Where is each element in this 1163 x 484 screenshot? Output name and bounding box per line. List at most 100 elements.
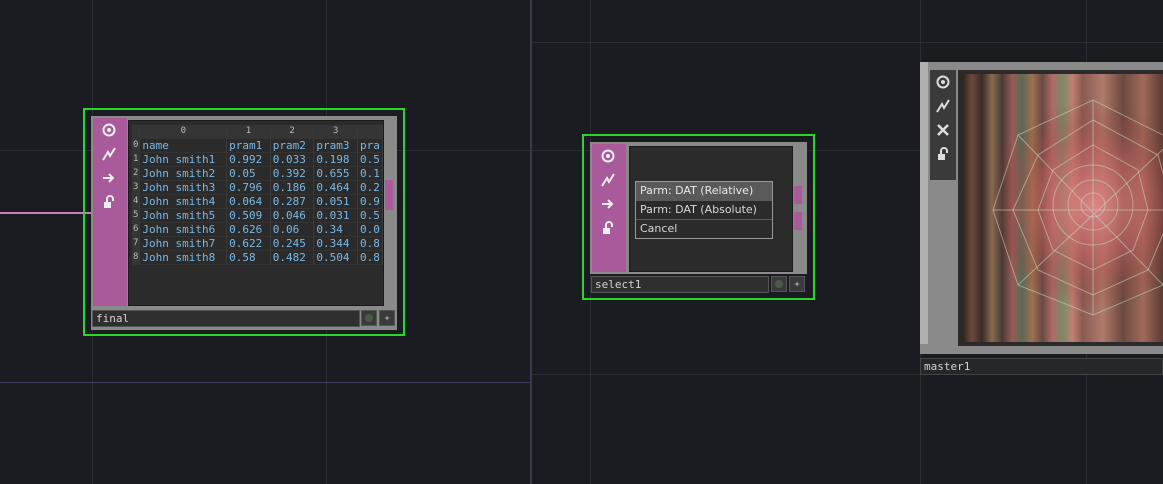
table-row: 0 name pram1 pram2 pram3 pra: [132, 138, 383, 153]
pane-divider[interactable]: [530, 0, 532, 484]
table-cell[interactable]: name: [139, 138, 228, 153]
column-index: 3: [313, 125, 358, 139]
table-cell[interactable]: John smith6: [139, 222, 228, 237]
column-index-row: 0 1 2 3: [132, 125, 383, 139]
table-cell[interactable]: pram1: [226, 138, 271, 153]
render-preview[interactable]: [958, 70, 1163, 346]
row-index: 8: [132, 250, 141, 265]
lock-icon[interactable]: [597, 218, 619, 240]
menu-item-dat-relative[interactable]: Parm: DAT (Relative): [636, 182, 772, 201]
table-cell[interactable]: 0.05: [226, 166, 271, 181]
table-cell[interactable]: pram3: [313, 138, 358, 153]
table-cell[interactable]: 0.392: [270, 166, 315, 181]
table-cell[interactable]: 0.051: [313, 194, 358, 209]
render-flag-icon[interactable]: ✦: [379, 310, 395, 326]
table-cell[interactable]: 0.504: [313, 250, 358, 265]
table-cell[interactable]: 0.245: [270, 236, 315, 251]
table-row: 5 John smith5 0.509 0.046 0.031 0.5: [132, 208, 383, 223]
column-index: 1: [226, 125, 271, 139]
column-index: [357, 125, 383, 139]
row-index: 0: [132, 138, 141, 153]
table-cell[interactable]: John smith7: [139, 236, 228, 251]
viewer-toggle-icon[interactable]: [597, 146, 619, 168]
final-node[interactable]: 0 1 2 3 0 name pram1 pram2 pram3 pra 1 J…: [83, 108, 405, 336]
table-cell[interactable]: 0.287: [270, 194, 315, 209]
table-row: 6 John smith6 0.626 0.06 0.34 0.0: [132, 222, 383, 237]
table-cell[interactable]: 0.8: [357, 250, 383, 265]
node-name-field[interactable]: select1: [591, 276, 769, 293]
row-index: 5: [132, 208, 141, 223]
export-arrow-icon[interactable]: [597, 194, 619, 216]
table-cell[interactable]: John smith4: [139, 194, 228, 209]
table-cell[interactable]: 0.2: [357, 180, 383, 195]
node-name-field[interactable]: final: [92, 310, 360, 327]
grid-line: [0, 382, 530, 383]
table-cell[interactable]: 0.06: [270, 222, 315, 237]
output-connector[interactable]: [794, 212, 802, 230]
table-cell[interactable]: 0.5: [357, 152, 383, 167]
bypass-icon[interactable]: [932, 96, 954, 118]
preview-image: [962, 74, 1163, 342]
row-index: 7: [132, 236, 141, 251]
table-cell[interactable]: 0.626: [226, 222, 271, 237]
table-cell[interactable]: John smith3: [139, 180, 228, 195]
node-name-field[interactable]: master1: [920, 358, 1163, 375]
table-cell[interactable]: 0.622: [226, 236, 271, 251]
render-flag-icon[interactable]: ✦: [789, 276, 805, 292]
table-cell[interactable]: pra: [357, 138, 383, 153]
table-row: 7 John smith7 0.622 0.245 0.344 0.8: [132, 236, 383, 251]
table-cell[interactable]: 0.464: [313, 180, 358, 195]
output-connector[interactable]: [385, 180, 393, 210]
display-flag-icon[interactable]: [771, 276, 787, 292]
row-index: 1: [132, 152, 141, 167]
bypass-icon[interactable]: [597, 170, 619, 192]
node-viewer[interactable]: Parm: DAT (Relative) Parm: DAT (Absolute…: [629, 146, 793, 272]
table-cell[interactable]: 0.046: [270, 208, 315, 223]
table-cell[interactable]: 0.0: [357, 222, 383, 237]
export-arrow-icon[interactable]: [98, 168, 120, 190]
input-wire[interactable]: [0, 212, 94, 214]
table-cell[interactable]: 0.9: [357, 194, 383, 209]
master1-node[interactable]: [920, 62, 1163, 354]
node-side-strip: [930, 70, 956, 180]
table-cell[interactable]: 0.064: [226, 194, 271, 209]
input-connector[interactable]: [93, 210, 103, 216]
lock-icon[interactable]: [932, 144, 954, 166]
column-index: 0: [139, 125, 228, 139]
table-cell[interactable]: 0.992: [226, 152, 271, 167]
table-cell[interactable]: 0.186: [270, 180, 315, 195]
row-index: 2: [132, 166, 141, 181]
table-row: 1 John smith1 0.992 0.033 0.198 0.5: [132, 152, 383, 167]
table-cell[interactable]: 0.8: [357, 236, 383, 251]
table-cell[interactable]: John smith8: [139, 250, 228, 265]
table-cell[interactable]: John smith1: [139, 152, 228, 167]
table-cell[interactable]: 0.796: [226, 180, 271, 195]
node-edge: [920, 62, 928, 344]
table-cell[interactable]: 0.198: [313, 152, 358, 167]
table-cell[interactable]: 0.482: [270, 250, 315, 265]
table-cell[interactable]: 0.031: [313, 208, 358, 223]
viewer-toggle-icon[interactable]: [932, 72, 954, 94]
table-cell[interactable]: 0.509: [226, 208, 271, 223]
table-cell[interactable]: 0.655: [313, 166, 358, 181]
table-cell[interactable]: 0.344: [313, 236, 358, 251]
data-table: 0 1 2 3 0 name pram1 pram2 pram3 pra 1 J…: [132, 125, 383, 265]
table-cell[interactable]: John smith5: [139, 208, 228, 223]
bypass-icon[interactable]: [98, 144, 120, 166]
table-cell[interactable]: 0.033: [270, 152, 315, 167]
output-connector[interactable]: [794, 186, 802, 204]
context-menu: Parm: DAT (Relative) Parm: DAT (Absolute…: [635, 181, 773, 239]
menu-item-dat-absolute[interactable]: Parm: DAT (Absolute): [636, 201, 772, 220]
table-cell[interactable]: 0.1: [357, 166, 383, 181]
menu-item-cancel[interactable]: Cancel: [636, 220, 772, 238]
close-icon[interactable]: [932, 120, 954, 142]
table-viewer[interactable]: 0 1 2 3 0 name pram1 pram2 pram3 pra 1 J…: [128, 120, 384, 306]
viewer-toggle-icon[interactable]: [98, 120, 120, 142]
table-cell[interactable]: pram2: [270, 138, 315, 153]
table-cell[interactable]: 0.34: [313, 222, 358, 237]
select1-node[interactable]: Parm: DAT (Relative) Parm: DAT (Absolute…: [582, 134, 815, 300]
display-flag-icon[interactable]: [361, 310, 377, 326]
table-cell[interactable]: John smith2: [139, 166, 228, 181]
table-cell[interactable]: 0.5: [357, 208, 383, 223]
table-cell[interactable]: 0.58: [226, 250, 271, 265]
